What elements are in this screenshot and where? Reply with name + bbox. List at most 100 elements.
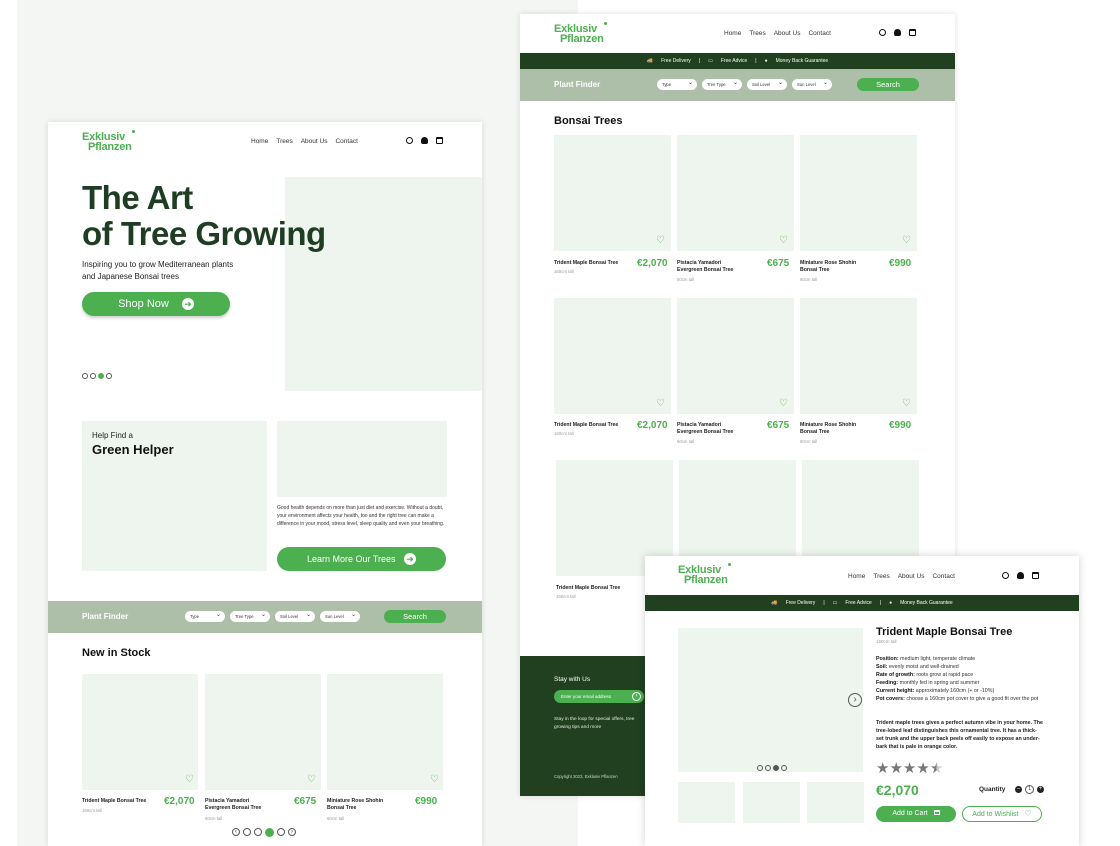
- chevron-right-icon[interactable]: ›: [848, 693, 862, 707]
- heart-icon[interactable]: ♡: [185, 774, 194, 785]
- chevron-right-icon[interactable]: ›: [288, 828, 296, 836]
- plus-icon[interactable]: +: [1037, 786, 1044, 793]
- product-name[interactable]: Miniature Rose Shohin Bonsai Tree: [800, 422, 870, 436]
- heart-icon[interactable]: ♡: [656, 398, 665, 409]
- add-to-cart-button[interactable]: Add to Cart: [876, 806, 956, 822]
- search-icon[interactable]: [1002, 572, 1009, 579]
- filter-sun-level[interactable]: Sun Level: [320, 611, 360, 622]
- arrow-right-icon[interactable]: ›: [632, 692, 641, 701]
- shop-now-button[interactable]: Shop Now ➜: [82, 292, 230, 316]
- nav-about[interactable]: About Us: [774, 30, 801, 37]
- spec-key: Current height:: [876, 688, 915, 694]
- filter-tree-type[interactable]: Tree Type: [702, 79, 742, 90]
- spec-row: Position: medium light, temperate climat…: [876, 655, 1046, 663]
- nav-about[interactable]: About Us: [301, 138, 328, 145]
- product-image[interactable]: [327, 674, 443, 790]
- product-name[interactable]: Trident Maple Bonsai Tree: [82, 798, 162, 805]
- filter-soil-level[interactable]: Soil Level: [747, 79, 787, 90]
- product-name[interactable]: Miniature Rose Shohin Bonsai Tree: [327, 798, 397, 812]
- user-icon[interactable]: [421, 137, 428, 144]
- nav-about[interactable]: About Us: [898, 573, 925, 580]
- star-half-icon: ★: [929, 760, 944, 777]
- product-image[interactable]: [677, 135, 794, 251]
- product-name[interactable]: Trident Maple Bonsai Tree: [556, 585, 636, 592]
- user-icon[interactable]: [1017, 572, 1024, 579]
- filter-soil-level[interactable]: Soil Level: [275, 611, 315, 622]
- header-icons: [1002, 572, 1039, 579]
- nav-contact[interactable]: Contact: [808, 30, 830, 37]
- carousel-dot-active[interactable]: [265, 828, 274, 837]
- thumbnail-image[interactable]: [678, 782, 735, 823]
- quantity-value[interactable]: 1: [1025, 785, 1034, 794]
- product-specs: Position: medium light, temperate climat…: [876, 655, 1046, 703]
- carousel-dot-active[interactable]: [773, 765, 779, 771]
- product-price: €675: [294, 796, 317, 807]
- carousel-dot[interactable]: [82, 373, 88, 379]
- heart-icon[interactable]: ♡: [902, 235, 911, 246]
- product-name[interactable]: Pistacia Yamadori Evergreen Bonsai Tree: [677, 260, 747, 274]
- cart-icon: [933, 810, 940, 815]
- product-image[interactable]: [205, 674, 321, 790]
- minus-icon[interactable]: –: [1015, 786, 1022, 793]
- filter-type[interactable]: Type: [657, 79, 697, 90]
- product-size: 160cm tall: [556, 594, 576, 599]
- chevron-left-icon[interactable]: ‹: [232, 828, 240, 836]
- nav-home[interactable]: Home: [848, 573, 865, 580]
- heart-icon[interactable]: ♡: [779, 398, 788, 409]
- filter-type[interactable]: Type: [185, 611, 225, 622]
- product-image[interactable]: [800, 135, 917, 251]
- product-name[interactable]: Trident Maple Bonsai Tree: [554, 422, 634, 429]
- nav-trees[interactable]: Trees: [749, 30, 765, 37]
- nav-home[interactable]: Home: [251, 138, 268, 145]
- search-icon[interactable]: [406, 137, 413, 144]
- product-image[interactable]: [82, 674, 198, 790]
- carousel-dot[interactable]: [90, 373, 96, 379]
- product-name[interactable]: Pistacia Yamadori Evergreen Bonsai Tree: [205, 798, 275, 812]
- thumbnail-image[interactable]: [807, 782, 864, 823]
- heart-icon[interactable]: ♡: [430, 774, 439, 785]
- carousel-dot[interactable]: [254, 828, 262, 836]
- product-name[interactable]: Miniature Rose Shohin Bonsai Tree: [800, 260, 870, 274]
- product-name[interactable]: Trident Maple Bonsai Tree: [554, 260, 634, 267]
- finder-search-button[interactable]: Search: [857, 78, 919, 91]
- brand-logo[interactable]: Exklusiv Pflanzen: [678, 563, 731, 586]
- product-image[interactable]: [677, 298, 794, 414]
- carousel-dot[interactable]: [757, 765, 763, 771]
- product-image[interactable]: [554, 298, 671, 414]
- carousel-dot[interactable]: [781, 765, 787, 771]
- nav-contact[interactable]: Contact: [335, 138, 357, 145]
- cart-icon[interactable]: [1032, 572, 1039, 579]
- carousel-dot-active[interactable]: [98, 373, 104, 379]
- carousel-dot[interactable]: [277, 828, 285, 836]
- filter-tree-type[interactable]: Tree Type: [230, 611, 270, 622]
- carousel-dot[interactable]: [765, 765, 771, 771]
- newsletter-email-input[interactable]: Enter your email address ›: [554, 690, 644, 703]
- add-to-wishlist-button[interactable]: Add to Wishlist ♡: [962, 806, 1042, 822]
- carousel-dot[interactable]: [243, 828, 251, 836]
- nav-home[interactable]: Home: [724, 30, 741, 37]
- brand-logo[interactable]: Exklusiv Pflanzen: [554, 22, 607, 45]
- finder-search-button[interactable]: Search: [384, 610, 446, 623]
- user-icon[interactable]: [894, 29, 901, 36]
- heart-icon[interactable]: ♡: [779, 235, 788, 246]
- brand-logo[interactable]: Exklusiv Pflanzen: [82, 130, 135, 153]
- learn-more-button[interactable]: Learn More Our Trees ➜: [277, 547, 446, 571]
- heart-icon[interactable]: ♡: [307, 774, 316, 785]
- product-name[interactable]: Pistacia Yamadori Evergreen Bonsai Tree: [677, 422, 747, 436]
- star-icon: ★: [876, 760, 890, 777]
- bonsai-trees-title: Bonsai Trees: [554, 115, 623, 127]
- carousel-dot[interactable]: [106, 373, 112, 379]
- cart-icon[interactable]: [436, 137, 443, 144]
- nav-trees[interactable]: Trees: [276, 138, 292, 145]
- product-image[interactable]: [554, 135, 671, 251]
- product-image[interactable]: [800, 298, 917, 414]
- nav-trees[interactable]: Trees: [873, 573, 889, 580]
- filter-sun-level[interactable]: Sun Level: [792, 79, 832, 90]
- thumbnail-image[interactable]: [743, 782, 800, 823]
- heart-icon[interactable]: ♡: [902, 398, 911, 409]
- search-icon[interactable]: [879, 29, 886, 36]
- nav-contact[interactable]: Contact: [932, 573, 954, 580]
- heart-icon[interactable]: ♡: [656, 235, 665, 246]
- product-price: €2,070: [637, 258, 668, 269]
- cart-icon[interactable]: [909, 29, 916, 36]
